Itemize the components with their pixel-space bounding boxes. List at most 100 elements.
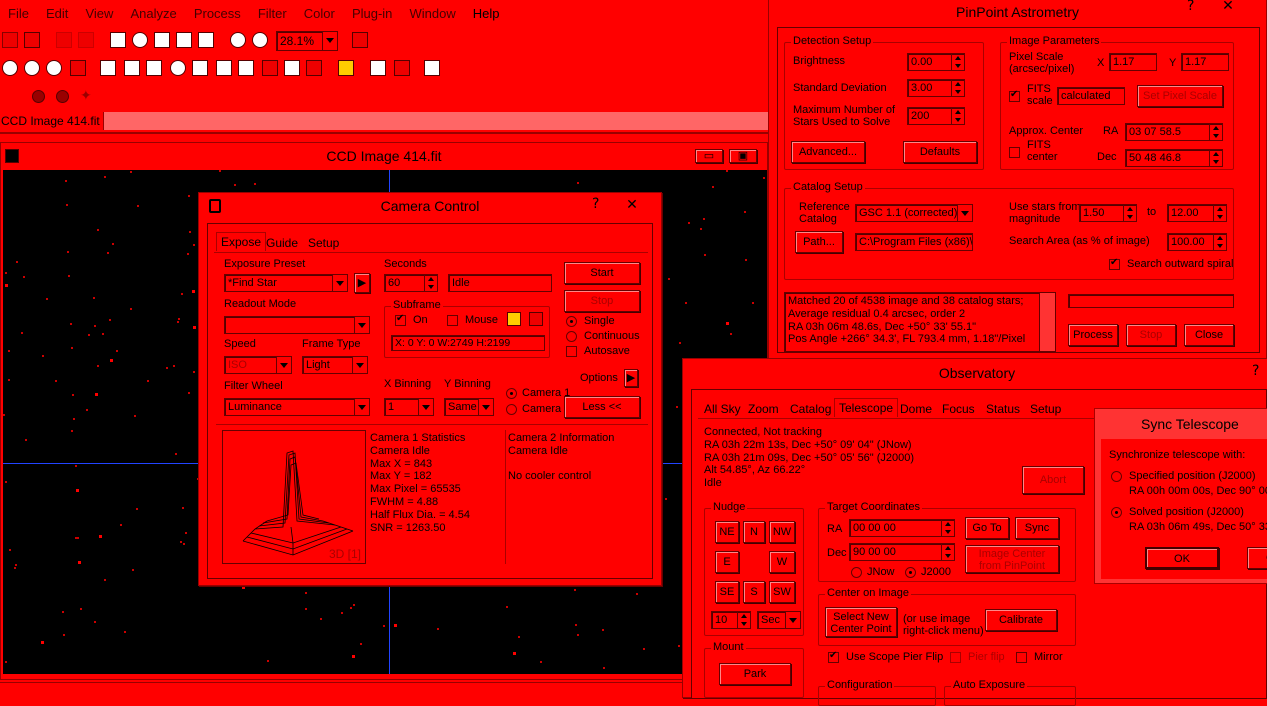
tab-obs-setup[interactable]: Setup	[1026, 400, 1065, 418]
subframe-reset-icon[interactable]	[529, 312, 543, 326]
y-binning-select[interactable]: Same	[444, 398, 494, 416]
speed-select[interactable]: ISO	[224, 356, 292, 374]
x-binning-select[interactable]: 1	[384, 398, 434, 416]
play-icon[interactable]	[338, 60, 354, 76]
curve-icon[interactable]	[262, 60, 278, 76]
grid-2-icon[interactable]	[370, 60, 386, 76]
specified-position-radio[interactable]	[1111, 471, 1122, 482]
minimize-button[interactable]: ▭	[695, 149, 723, 163]
menu-filter[interactable]: Filter	[258, 6, 287, 21]
nudge-amount-field[interactable]: 10	[711, 611, 751, 629]
search-area-field[interactable]: 100.00	[1167, 233, 1227, 251]
save-icon[interactable]	[24, 32, 40, 48]
tab-catalog[interactable]: Catalog	[786, 400, 835, 418]
exposure-preset-select[interactable]: *Find Star	[224, 274, 348, 292]
path-button[interactable]: Path...	[795, 231, 843, 253]
process-button[interactable]: Process	[1068, 324, 1118, 346]
flag-icon[interactable]	[394, 60, 410, 76]
camera2-radio[interactable]	[506, 404, 517, 415]
grid-icon[interactable]	[70, 60, 86, 76]
approx-dec-field[interactable]: 50 48 46.8	[1125, 149, 1223, 167]
start-button[interactable]: Start	[564, 262, 640, 284]
subframe-on-checkbox[interactable]	[395, 313, 406, 326]
jnow-radio[interactable]	[851, 567, 862, 578]
mirror-checkbox[interactable]	[1016, 652, 1027, 663]
calibrate-button[interactable]: Calibrate	[985, 609, 1057, 631]
pinpoint-stop-button[interactable]: Stop	[1126, 324, 1176, 346]
tab-guide[interactable]: Guide	[262, 234, 302, 252]
menu-help[interactable]: Help	[473, 6, 500, 21]
fits-center-checkbox[interactable]	[1009, 147, 1020, 158]
sparkle-icon[interactable]: ✦	[80, 88, 96, 104]
menu-edit[interactable]: Edit	[46, 6, 68, 21]
lock-3-icon[interactable]	[124, 60, 140, 76]
square-icon[interactable]	[192, 60, 208, 76]
nudge-n-button[interactable]: N	[743, 521, 765, 543]
tab-telescope[interactable]: Telescope	[834, 398, 899, 417]
mag-from-field[interactable]: 1.50	[1079, 204, 1137, 222]
use-pier-flip-checkbox[interactable]	[828, 650, 839, 663]
pixel-scale-y-field[interactable]: 1.17	[1181, 53, 1229, 71]
lock-2-icon[interactable]	[100, 60, 116, 76]
check-icon[interactable]	[2, 88, 18, 104]
menu-file[interactable]: File	[8, 6, 29, 21]
undo-icon[interactable]	[56, 32, 72, 48]
zoom-in-icon[interactable]	[230, 32, 246, 48]
nudge-e-button[interactable]: E	[715, 551, 739, 573]
crosshair-icon[interactable]	[132, 32, 148, 48]
j2000-radio[interactable]	[905, 567, 916, 578]
zoom-in-small-icon[interactable]	[24, 60, 40, 76]
tab-focus[interactable]: Focus	[938, 400, 979, 418]
circle-icon[interactable]	[2, 60, 18, 76]
blob-icon[interactable]	[56, 90, 69, 103]
tab-status[interactable]: Status	[982, 400, 1024, 418]
nudge-sw-button[interactable]: SW	[769, 581, 795, 603]
star-profile-plot[interactable]: 3D [1]	[222, 430, 366, 564]
pinpoint-help-button[interactable]: ?	[1187, 0, 1194, 19]
defaults-button[interactable]: Defaults	[903, 141, 977, 163]
mountain-icon[interactable]	[110, 32, 126, 48]
options-button[interactable]: ▶	[624, 369, 638, 387]
target-dec-field[interactable]: 90 00 00	[849, 543, 955, 561]
filter-wheel-select[interactable]: Luminance	[224, 398, 370, 416]
crosshair-2-icon[interactable]	[170, 60, 186, 76]
photo-2-icon[interactable]	[238, 60, 254, 76]
layers-icon[interactable]	[284, 60, 300, 76]
lock-icon[interactable]	[176, 32, 192, 48]
tab-all-sky[interactable]: All Sky	[700, 400, 745, 418]
camera-icon[interactable]	[154, 32, 170, 48]
open-icon[interactable]	[2, 32, 18, 48]
select-center-button[interactable]: Select New Center Point	[825, 607, 897, 637]
sync-cancel-button[interactable]: C	[1247, 547, 1267, 569]
tab-expose[interactable]: Expose	[216, 232, 267, 251]
nudge-unit-select[interactable]: Sec	[757, 611, 801, 629]
menu-analyze[interactable]: Analyze	[131, 6, 177, 21]
zoom-out-icon[interactable]	[252, 32, 268, 48]
observatory-help-button[interactable]: ?	[1252, 357, 1259, 385]
path-field[interactable]: C:\Program Files (x86)\C	[855, 233, 973, 251]
camera-close-button[interactable]: ✕	[609, 194, 655, 214]
subframe-mouse-checkbox[interactable]	[447, 315, 458, 326]
menu-plugin[interactable]: Plug-in	[352, 6, 392, 21]
zoom-select[interactable]: 28.1%	[276, 31, 338, 51]
zoom-out-small-icon[interactable]	[46, 60, 62, 76]
image-icon[interactable]	[198, 32, 214, 48]
single-radio[interactable]	[566, 316, 577, 327]
fits-scale-checkbox[interactable]	[1009, 89, 1020, 102]
menu-process[interactable]: Process	[194, 6, 241, 21]
redo-icon[interactable]	[78, 32, 94, 48]
pinpoint-close-action-button[interactable]: Close	[1184, 324, 1234, 346]
autosave-checkbox[interactable]	[566, 346, 577, 357]
continuous-radio[interactable]	[566, 331, 577, 342]
readout-mode-select[interactable]	[224, 316, 370, 334]
subframe-target-icon[interactable]	[507, 312, 521, 326]
tab-setup[interactable]: Setup	[304, 234, 343, 252]
preset-play-button[interactable]: ▶	[354, 273, 370, 293]
solved-position-radio[interactable]	[1111, 507, 1122, 518]
chart-icon[interactable]	[306, 60, 322, 76]
ref-catalog-select[interactable]: GSC 1.1 (corrected)	[855, 204, 973, 222]
pixel-scale-x-field[interactable]: 1.17	[1109, 53, 1157, 71]
sync-button[interactable]: Sync	[1015, 517, 1059, 539]
maximize-button[interactable]: ▣	[729, 149, 757, 163]
menu-view[interactable]: View	[85, 6, 113, 21]
